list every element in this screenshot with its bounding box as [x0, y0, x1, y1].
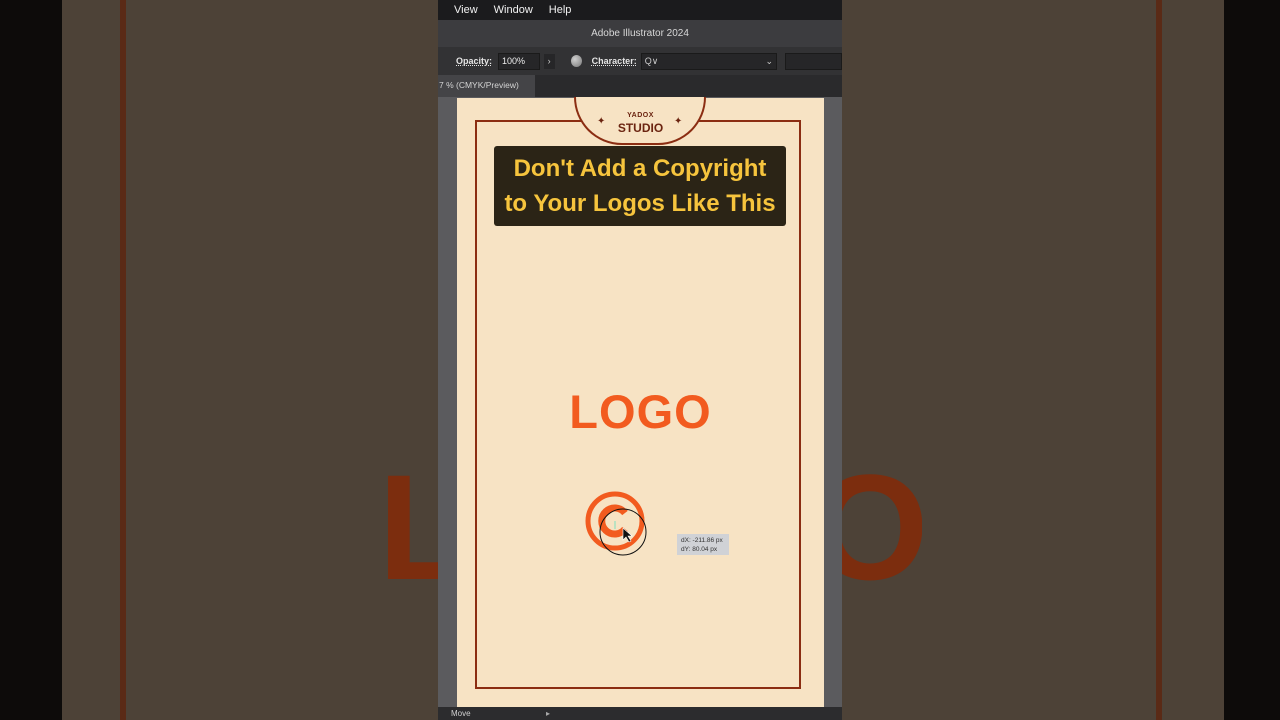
opacity-label[interactable]: Opacity:: [456, 56, 492, 66]
canvas[interactable]: ✦ ✦ YADOX STUDIO Don't Add a Copyright t…: [438, 97, 842, 718]
headline-line-1: Don't Add a Copyright: [513, 155, 767, 182]
blurred-background-left: [0, 0, 438, 720]
control-bar: Opacity: 100% › Character: Q∨ ⌄: [438, 47, 842, 75]
copyright-symbol[interactable]: [585, 491, 665, 561]
menu-help[interactable]: Help: [541, 4, 580, 16]
current-tool-label: Move: [451, 709, 471, 718]
search-icon: Q∨: [644, 55, 659, 66]
chevron-down-icon[interactable]: ⌄: [765, 56, 773, 67]
menu-view[interactable]: View: [446, 4, 486, 16]
illustrator-window: View Window Help Adobe Illustrator 2024 …: [438, 0, 842, 720]
blurred-background-right: [842, 0, 1280, 720]
recolor-globe-icon[interactable]: [570, 55, 582, 67]
copyright-c-glyph: [598, 504, 628, 538]
tooltip-dy: dY: 80.04 px: [681, 546, 718, 553]
status-menu-arrow-icon[interactable]: ▸: [546, 707, 550, 720]
window-title: Adobe Illustrator 2024: [438, 20, 842, 47]
headline-box: Don't Add a Copyright to Your Logos Like…: [494, 146, 786, 226]
font-search-field[interactable]: Q∨ ⌄: [640, 52, 778, 70]
studio-brand-top: YADOX: [627, 112, 654, 119]
tooltip-dx: dX: -211.86 px: [681, 537, 723, 544]
headline-line-2: to Your Logos Like This: [504, 190, 776, 217]
move-measure-tooltip: dX: -211.86 px dY: 80.04 px: [677, 534, 729, 555]
document-tab-bar: 7 % (CMYK/Preview): [438, 75, 842, 97]
font-style-field[interactable]: [785, 52, 842, 70]
opacity-arrow-button[interactable]: ›: [543, 53, 555, 69]
cursor-arrow-icon: [622, 527, 633, 543]
logo-wordmark[interactable]: LOGO: [457, 384, 824, 439]
menu-window[interactable]: Window: [486, 4, 541, 16]
blurred-logo-right: O: [842, 452, 922, 602]
character-label[interactable]: Character:: [592, 56, 637, 66]
artboard: ✦ ✦ YADOX STUDIO Don't Add a Copyright t…: [457, 97, 824, 718]
menu-bar: View Window Help: [438, 0, 842, 20]
studio-brand-name: STUDIO: [617, 121, 664, 135]
opacity-input[interactable]: 100%: [498, 52, 540, 70]
document-tab[interactable]: 7 % (CMYK/Preview): [438, 75, 535, 97]
status-bar: Move ▸: [438, 707, 842, 720]
